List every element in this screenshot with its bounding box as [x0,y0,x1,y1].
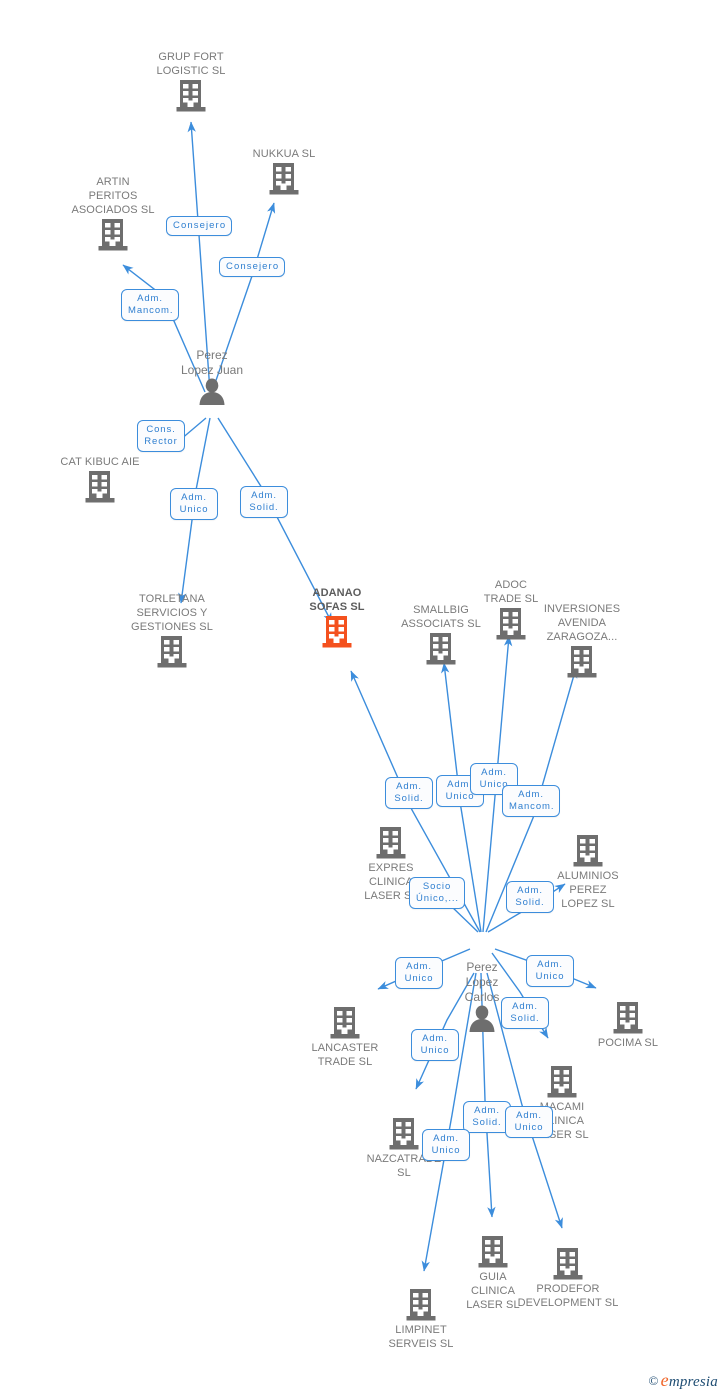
company-name-label: LIMPINET SERVEIS SL [388,1324,454,1350]
company-node-catkibuc[interactable]: CAT KIBUC AIE [35,455,165,504]
company-name-label: CAT KIBUC AIE [60,456,140,468]
building-icon [48,218,178,252]
company-name-label: NUKKUA SL [252,148,316,160]
company-name-label: TORLETANA SERVICIOS Y GESTIONES SL [131,593,213,633]
company-node-grupfort[interactable]: GRUP FORT LOGISTIC SL [126,50,256,113]
role-label-r12[interactable]: Adm. Solid. [506,881,554,913]
building-icon [126,79,256,113]
role-label-r7[interactable]: Adm. Solid. [385,777,433,809]
building-icon [497,1065,627,1099]
network-diagram-canvas: GRUP FORT LOGISTIC SL NUKKUA SL ARTIN PERI… [0,0,728,1400]
building-icon [356,1288,486,1322]
copyright-icon: © [648,1373,659,1388]
building-icon [326,826,456,860]
role-label-r5[interactable]: Adm. Unico [170,488,218,520]
building-icon [35,470,165,504]
building-icon [563,1001,693,1035]
company-name-label: POCIMA SL [597,1037,659,1049]
building-icon [503,1247,633,1281]
role-label-r18[interactable]: Adm. Unico [505,1106,553,1138]
role-label-r19[interactable]: Adm. Unico [422,1129,470,1161]
role-label-r17[interactable]: Adm. Solid. [463,1101,511,1133]
company-name-label: GRUP FORT LOGISTIC SL [156,51,226,77]
company-name-label: ARTIN PERITOS ASOCIADOS SL [71,176,155,216]
company-node-artin[interactable]: ARTIN PERITOS ASOCIADOS SL [48,175,178,252]
role-label-r6[interactable]: Adm. Solid. [240,486,288,518]
company-name-label: LANCASTER TRADE SL [311,1042,379,1068]
building-icon [517,645,647,679]
brand-name: mpresia [668,1374,718,1390]
role-label-r1[interactable]: Consejero [166,216,232,236]
company-node-prodefor[interactable]: PRODEFOR DEVELOPMENT SL [503,1247,633,1310]
company-name-label: PRODEFOR DEVELOPMENT SL [517,1283,619,1309]
company-node-limpinet[interactable]: LIMPINET SERVEIS SL [356,1288,486,1351]
company-node-inversiones[interactable]: INVERSIONES AVENIDA ZARAGOZA... [517,602,647,679]
role-label-r16[interactable]: Adm. Unico [411,1029,459,1061]
role-label-r4[interactable]: Cons. Rector [137,420,185,452]
role-label-r2[interactable]: Consejero [219,257,285,277]
empresia-watermark: © empresia [649,1370,718,1391]
role-label-r10[interactable]: Adm. Mancom. [502,785,560,817]
building-icon [280,1006,410,1040]
person-icon [152,378,272,411]
company-node-nukkua[interactable]: NUKKUA SL [219,147,349,196]
building-icon [219,162,349,196]
role-label-r14[interactable]: Adm. Unico [526,955,574,987]
building-icon [523,834,653,868]
person-node-p1[interactable]: Perez Lopez Juan [152,348,272,411]
company-name-label: INVERSIONES AVENIDA ZARAGOZA... [543,603,621,643]
company-node-lancaster[interactable]: LANCASTER TRADE SL [280,1006,410,1069]
company-node-torletana[interactable]: TORLETANA SERVICIOS Y GESTIONES SL [107,592,237,669]
building-icon [107,635,237,669]
role-label-r13[interactable]: Adm. Unico [395,957,443,989]
brand-initial: e [660,1370,669,1390]
role-label-r11[interactable]: Socio Único,... [409,877,465,909]
role-label-r15[interactable]: Adm. Solid. [501,997,549,1029]
person-name-label: Perez Lopez Juan [180,348,244,377]
company-node-pocima[interactable]: POCIMA SL [563,1001,693,1050]
role-label-r3[interactable]: Adm. Mancom. [121,289,179,321]
